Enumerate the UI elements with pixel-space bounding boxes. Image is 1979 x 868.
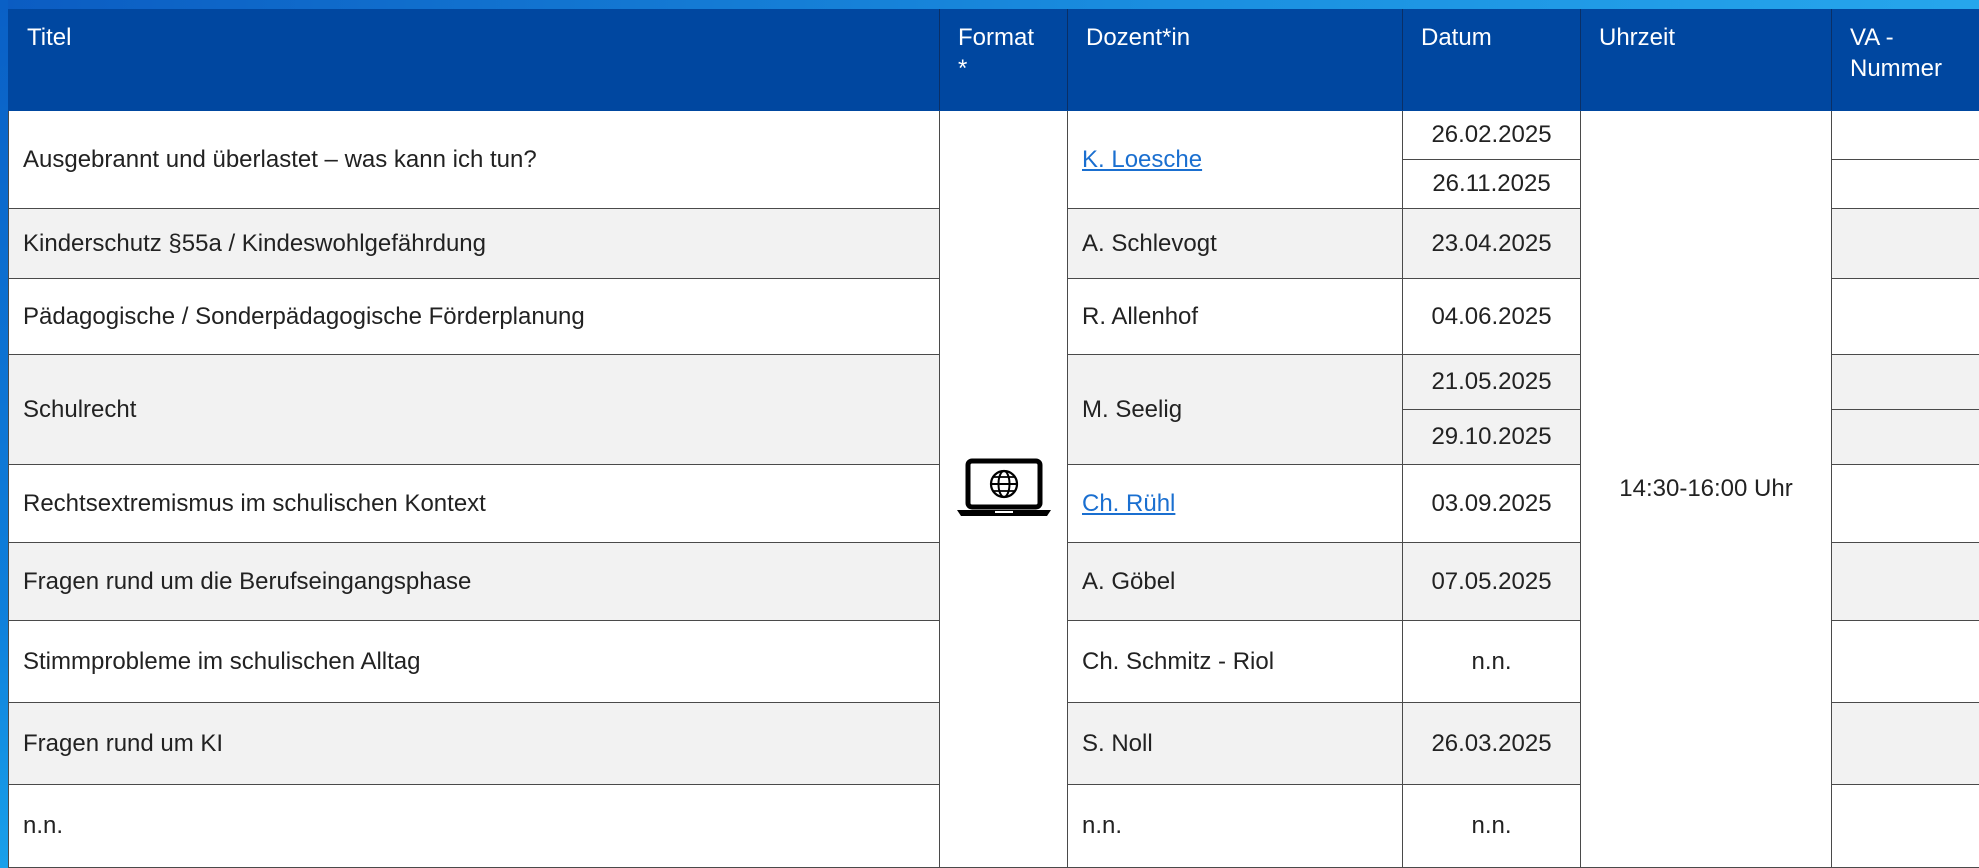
top-background-strip [0,0,1979,9]
row-lecturer: A. Göbel [1067,542,1403,621]
row-va-number [1831,354,1979,410]
row-title: Rechtsextremismus im schulischen Kontext [8,464,940,543]
header-date: Datum [1402,9,1581,111]
row-title: Stimmprobleme im schulischen Alltag [8,620,940,703]
left-background-strip [0,0,8,868]
row-date: 07.05.2025 [1402,542,1581,621]
row-va-number [1831,409,1979,465]
row-va-number [1831,159,1979,209]
row-lecturer: M. Seelig [1067,354,1403,465]
row-lecturer: Ch. Schmitz - Riol [1067,620,1403,703]
row-va-number [1831,784,1979,868]
row-title: Schulrecht [8,354,940,465]
row-date: 21.05.2025 [1402,354,1581,410]
row-title: Fragen rund um KI [8,702,940,785]
lecturer-link[interactable]: K. Loesche [1082,146,1202,173]
row-date: 04.06.2025 [1402,278,1581,355]
header-format: Format * [939,9,1068,111]
format-cell [939,110,1068,868]
row-lecturer[interactable]: Ch. Rühl [1067,464,1403,543]
row-date: 03.09.2025 [1402,464,1581,543]
row-va-number [1831,110,1979,160]
row-date: n.n. [1402,620,1581,703]
row-date: 26.03.2025 [1402,702,1581,785]
row-title: Fragen rund um die Berufseingangsphase [8,542,940,621]
row-title: Kinderschutz §55a / Kindeswohlgefährdung [8,208,940,279]
header-title: Titel [8,9,940,111]
table-row: Ausgebrannt und überlastet – was kann ic… [8,110,1979,868]
lecturer-link[interactable]: Ch. Rühl [1082,490,1175,517]
row-date: 26.11.2025 [1402,159,1581,209]
row-date: n.n. [1402,784,1581,868]
row-lecturer: S. Noll [1067,702,1403,785]
header-time: Uhrzeit [1580,9,1832,111]
row-va-number [1831,464,1979,543]
row-va-number [1831,702,1979,785]
table-header-row: Titel Format * Dozent*in Datum Uhrzeit V… [8,9,1979,111]
row-lecturer: A. Schlevogt [1067,208,1403,279]
row-lecturer: n.n. [1067,784,1403,868]
row-date: 29.10.2025 [1402,409,1581,465]
row-va-number [1831,208,1979,279]
row-va-number [1831,278,1979,355]
row-lecturer: R. Allenhof [1067,278,1403,355]
row-title: Pädagogische / Sonderpädagogische Förder… [8,278,940,355]
header-va-number: VA - Nummer [1831,9,1979,111]
row-va-number [1831,620,1979,703]
row-date: 26.02.2025 [1402,110,1581,160]
laptop-globe-icon [956,458,1051,516]
row-title: n.n. [8,784,940,868]
time-cell: 14:30-16:00 Uhr [1580,110,1832,868]
row-title: Ausgebrannt und überlastet – was kann ic… [8,110,940,209]
header-lecturer: Dozent*in [1067,9,1403,111]
row-va-number [1831,542,1979,621]
row-date: 23.04.2025 [1402,208,1581,279]
row-lecturer[interactable]: K. Loesche [1067,110,1403,209]
course-schedule-table: Titel Format * Dozent*in Datum Uhrzeit V… [8,9,1979,868]
